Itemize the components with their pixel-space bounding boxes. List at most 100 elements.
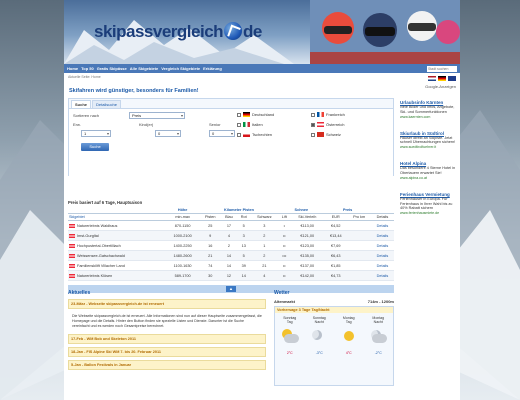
- cell: 1480-2600: [165, 250, 200, 261]
- cell: •••: [278, 250, 291, 261]
- forecast-day: Sonntag Tag: [283, 316, 297, 324]
- forecast-temps: 2°C -3°C 4°C -2°C: [275, 351, 393, 355]
- flag-uk-icon[interactable]: [448, 76, 456, 81]
- country-it[interactable]: Italien: [237, 122, 263, 127]
- kids-photo: [310, 0, 460, 64]
- col-header: min-max: [165, 213, 200, 221]
- weather-forecast: Vorhersage 3 Tage Tag/Nacht Sonntag Tag S…: [274, 306, 394, 386]
- skier-logo-icon: [224, 22, 243, 40]
- children-select[interactable]: 0: [155, 130, 181, 137]
- checkbox-it[interactable]: [237, 122, 241, 127]
- cell: €4,52: [324, 220, 348, 231]
- tab-detailsuche[interactable]: Detailsuche: [92, 100, 121, 108]
- country-ch[interactable]: Schweiz: [311, 132, 341, 137]
- cell: 14: [220, 250, 238, 261]
- cell: 3: [250, 220, 279, 231]
- city-search-input[interactable]: [427, 65, 457, 72]
- sun-cloud-icon: [279, 328, 301, 348]
- ad-url[interactable]: www.suedtirolfuehrer.it: [400, 145, 458, 149]
- sort-select[interactable]: Preis: [129, 112, 185, 119]
- google-ads-label: Google-Anzeigen: [425, 84, 456, 89]
- forecast-temp: 4°C: [345, 351, 352, 355]
- resort-name: Familienskilift Villacher Land: [77, 263, 125, 268]
- details-link[interactable]: Details: [370, 270, 394, 281]
- country-label: Österreich: [326, 122, 345, 127]
- checkbox-at[interactable]: [311, 122, 315, 127]
- site-logo[interactable]: skipassvergleich de: [94, 22, 262, 42]
- nav-vergleich[interactable]: Vergleich Skigebiete: [161, 66, 200, 71]
- country-de[interactable]: Deutschland: [237, 112, 274, 117]
- news-headline[interactable]: 18-Jan - FIS Alpine Ski WM 7. bis 20. Fe…: [68, 347, 266, 357]
- country-at[interactable]: Österreich: [311, 122, 344, 127]
- forecast-temp: -3°C: [315, 351, 323, 355]
- col-header: Pro km: [347, 213, 371, 221]
- forecast-tab[interactable]: Vorhersage 3 Tage Tag/Nacht: [275, 307, 393, 313]
- country-cz[interactable]: Tschechien: [237, 132, 272, 137]
- col-header: Pisten: [199, 213, 221, 221]
- details-link[interactable]: Details: [370, 230, 394, 241]
- ad-body: Ferienhäuser in Europa. Für Ferienhaus i…: [400, 196, 453, 211]
- country-fr[interactable]: Frankreich: [311, 112, 345, 117]
- country-label: Deutschland: [252, 112, 275, 117]
- checkbox-cz[interactable]: [237, 132, 241, 137]
- cell: ••: [278, 230, 291, 241]
- seniors-select[interactable]: 0: [209, 130, 235, 137]
- table-row: Familienskilift Villacher Land 1100-1630…: [68, 260, 394, 271]
- page-headline: Skifahren wird günstiger, besonders für …: [69, 88, 199, 94]
- nav-erklaerung[interactable]: Erklärung: [203, 66, 222, 71]
- country-label: Italien: [252, 122, 263, 127]
- cell: €142,00: [290, 270, 325, 281]
- forecast-temp: -2°C: [374, 351, 382, 355]
- news-headline[interactable]: 17-Feb - WM Bob und Skeleton 2011: [68, 334, 266, 344]
- cell: 39: [237, 260, 251, 271]
- ad-url[interactable]: www.kaernten.com: [400, 115, 458, 119]
- forecast-icons: [275, 328, 393, 348]
- news-headline[interactable]: 23-März - Webseite skipassvergleich.de i…: [68, 299, 266, 309]
- checkbox-de[interactable]: [237, 112, 241, 117]
- details-link[interactable]: Details: [370, 250, 394, 261]
- nav-gratis-skipaesse[interactable]: Gratis Skipässe: [97, 66, 127, 71]
- country-label: Tschechien: [252, 132, 273, 137]
- cell: 74: [199, 260, 221, 271]
- news-headline[interactable]: 5-Jan - Ballon Festivals in Januar: [68, 360, 266, 370]
- ad-url[interactable]: www.ferienhausmiete.de: [400, 211, 458, 215]
- nav-top50[interactable]: Top 50: [81, 66, 94, 71]
- cell: €135,00: [290, 250, 325, 261]
- search-tabs: Suche Detailsuche: [69, 99, 393, 108]
- table-row: Naturerlebnis Waldhaus 870-1150 25 17 5 …: [68, 220, 394, 231]
- cell: €6,43: [324, 250, 348, 261]
- details-link[interactable]: Details: [370, 240, 394, 251]
- adults-select[interactable]: 1: [81, 130, 111, 137]
- cell: €121,00: [290, 230, 325, 241]
- tab-suche[interactable]: Suche: [71, 100, 92, 108]
- resort-name: Hochpustertal-Obertilliach: [77, 243, 121, 248]
- flag-ch-icon: [317, 132, 324, 137]
- details-link[interactable]: Details: [370, 220, 394, 231]
- nav-home[interactable]: Home: [67, 66, 78, 71]
- cell: 4: [250, 270, 279, 281]
- flag-de-icon[interactable]: [438, 76, 446, 81]
- col-header: Schwarz: [250, 213, 279, 221]
- cell: 5: [237, 250, 251, 261]
- checkbox-ch[interactable]: [311, 132, 315, 137]
- cell: •: [278, 220, 291, 231]
- checkbox-fr[interactable]: [311, 112, 315, 117]
- details-link[interactable]: Details: [370, 260, 394, 271]
- weather-title: Wetter: [274, 290, 290, 296]
- flag-nl-icon[interactable]: [428, 76, 436, 81]
- ad-url[interactable]: www.alpina.co.at: [400, 176, 458, 180]
- cell: 870-1150: [165, 220, 200, 231]
- col-header[interactable]: Skigebiet: [68, 213, 166, 221]
- col-header: EUR: [324, 213, 348, 221]
- table-row: Naturerlebnis Klösen 589-1700 30 12 14 4…: [68, 270, 394, 281]
- children-label: Kind(er): [139, 122, 154, 127]
- flag-at-icon: [317, 122, 324, 127]
- cell: 21: [250, 260, 279, 271]
- price-table: Höhe Kilometer Pisten Schnee Preis Skige…: [68, 207, 394, 281]
- logo-text-2: vergleich: [152, 22, 224, 41]
- flag-de-icon: [243, 112, 250, 117]
- header-banner: skipassvergleich de: [64, 0, 460, 64]
- nav-alle-skigebiete[interactable]: Alle Skigebiete: [130, 66, 158, 71]
- search-button[interactable]: Suche: [81, 143, 109, 151]
- cell: €113,00: [290, 220, 325, 231]
